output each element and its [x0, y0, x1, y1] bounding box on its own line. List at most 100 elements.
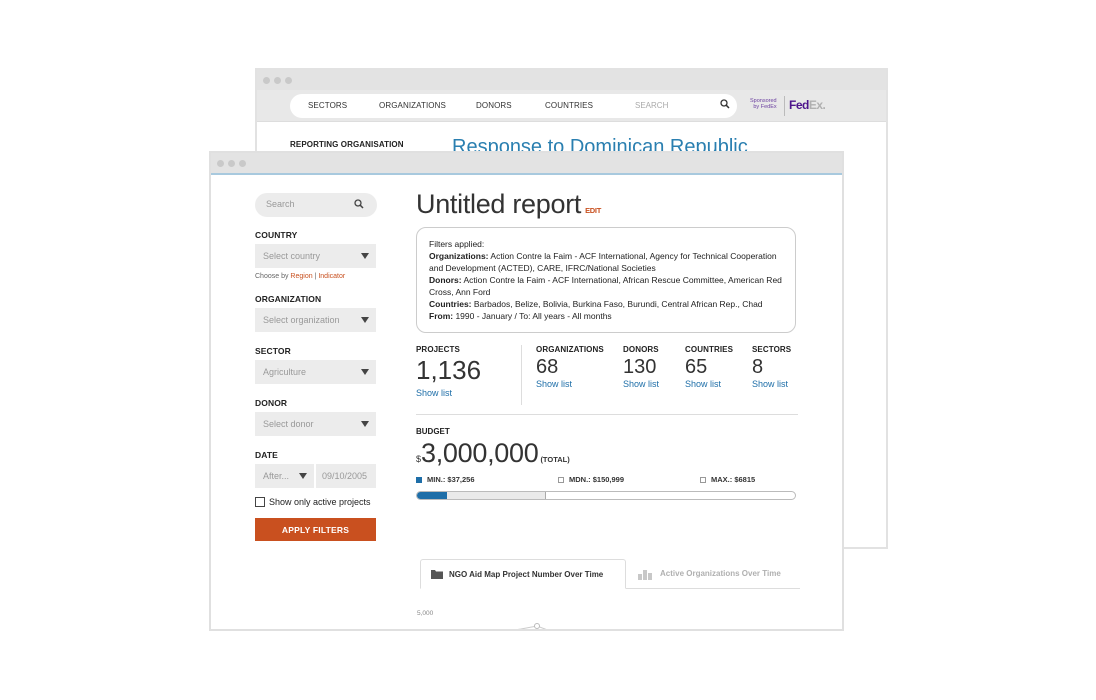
- bar-chart-icon: [638, 569, 652, 580]
- date-input-value: 09/10/2005: [322, 471, 368, 481]
- tab-label: Active Organizations Over Time: [660, 569, 781, 578]
- countries-label: COUNTRIES: [685, 345, 734, 354]
- nav-bar: SECTORS ORGANIZATIONS DONORS COUNTRIES S…: [290, 94, 737, 118]
- window-maximize-dot: [285, 76, 292, 84]
- countries-show-list-link[interactable]: Show list: [685, 379, 721, 389]
- fedex-logo[interactable]: FedEx.: [789, 98, 826, 112]
- tab-project-number-over-time[interactable]: NGO Aid Map Project Number Over Time: [420, 559, 626, 589]
- search-icon[interactable]: [354, 199, 364, 209]
- organizations-label: ORGANIZATIONS: [536, 345, 604, 354]
- window-titlebar: [257, 70, 886, 90]
- donors-count: 130: [623, 356, 657, 378]
- reporting-organisation-label: REPORTING ORGANISATION: [290, 140, 404, 149]
- date-filter: After... 09/10/2005: [255, 464, 377, 488]
- budget-total-suffix: (TOTAL): [540, 455, 570, 464]
- budget-range-bar: [416, 491, 796, 500]
- organization-select-value: Select organization: [263, 315, 340, 325]
- sponsor-text: Sponsored by FedEx: [750, 98, 777, 110]
- date-label: DATE: [255, 450, 278, 460]
- active-projects-checkbox[interactable]: [255, 497, 265, 507]
- filters-heading: Filters applied:: [429, 239, 485, 249]
- tab-label: NGO Aid Map Project Number Over Time: [449, 569, 604, 579]
- budget-total: $ 3,000,000 (TOTAL): [416, 438, 798, 469]
- report-title-row: Untitled report EDIT: [416, 189, 798, 220]
- projects-count: 1,136: [416, 355, 482, 385]
- donor-select-value: Select donor: [263, 419, 314, 429]
- choose-by-links: Choose by Region | Indicator: [255, 273, 377, 280]
- date-input[interactable]: 09/10/2005: [316, 464, 376, 488]
- fedex-logo-ex: Ex: [808, 98, 823, 112]
- choose-region-link[interactable]: Region: [290, 273, 312, 280]
- sectors-show-list-link[interactable]: Show list: [752, 379, 788, 389]
- projects-show-list-link[interactable]: Show list: [416, 388, 452, 398]
- organization-label: ORGANIZATION: [255, 294, 322, 304]
- search-placeholder: Search: [266, 199, 295, 209]
- nav-organizations[interactable]: ORGANIZATIONS: [379, 101, 446, 110]
- foreground-browser-window: Search COUNTRY Select country Choose by …: [209, 151, 844, 631]
- sector-label: SECTOR: [255, 346, 291, 356]
- apply-filters-button[interactable]: APPLY FILTERS: [255, 518, 376, 541]
- date-mode-select[interactable]: After...: [255, 464, 314, 488]
- dropdown-arrow-icon: [361, 421, 369, 427]
- search-icon[interactable]: [720, 99, 730, 109]
- report-main: Untitled report EDIT Filters applied: Or…: [416, 189, 798, 500]
- sector-select-value: Agriculture: [263, 367, 307, 377]
- legend-mdn-swatch: [558, 476, 564, 483]
- country-select[interactable]: Select country: [255, 244, 376, 268]
- legend-max: MAX.: $6815: [700, 475, 755, 484]
- filters-applied-box: Filters applied: Organizations: Action C…: [416, 227, 796, 333]
- legend-max-label: MAX.: $6815: [711, 475, 756, 484]
- organizations-show-list-link[interactable]: Show list: [536, 379, 572, 389]
- choose-by-text: Choose by: [255, 273, 289, 280]
- country-label: COUNTRY: [255, 230, 298, 240]
- chart-line-preview: [517, 623, 547, 629]
- filter-key: Donors:: [429, 275, 462, 285]
- filter-key: From:: [429, 311, 454, 321]
- sidebar-search-input[interactable]: Search: [255, 193, 377, 217]
- nav-search-input[interactable]: SEARCH: [635, 101, 668, 110]
- legend-mdn-label: MDN.: $150,999: [569, 475, 625, 484]
- choose-indicator-link[interactable]: Indicator: [318, 273, 345, 280]
- budget-amount: 3,000,000: [421, 438, 539, 468]
- filter-organizations: Organizations: Action Contre la Faim - A…: [429, 250, 783, 274]
- window-close-dot: [217, 159, 224, 167]
- filter-key: Countries:: [429, 299, 472, 309]
- legend-mdn: MDN.: $150,999: [558, 475, 624, 484]
- fedex-logo-fed: Fed: [789, 98, 809, 112]
- window-titlebar: [211, 153, 842, 175]
- countries-count: 65: [685, 356, 708, 378]
- edit-title-link[interactable]: EDIT: [585, 206, 601, 215]
- organizations-count: 68: [536, 356, 559, 378]
- active-projects-label: Show only active projects: [269, 497, 371, 507]
- dropdown-arrow-icon: [299, 473, 307, 479]
- legend-min-swatch: [416, 476, 422, 483]
- chart-y-tick: 5,000: [417, 610, 434, 617]
- sector-select[interactable]: Agriculture: [255, 360, 376, 384]
- budget-min-segment: [417, 492, 448, 499]
- tab-active-organizations[interactable]: Active Organizations Over Time: [638, 559, 781, 588]
- report-title: Untitled report: [416, 189, 582, 219]
- projects-label: PROJECTS: [416, 345, 460, 354]
- active-projects-toggle[interactable]: Show only active projects: [255, 497, 377, 507]
- window-close-dot: [263, 76, 270, 84]
- donors-show-list-link[interactable]: Show list: [623, 379, 659, 389]
- nav-donors[interactable]: DONORS: [476, 101, 512, 110]
- divider: [521, 345, 522, 405]
- filter-dates: From: 1990 - January / To: All years - A…: [429, 310, 783, 322]
- country-select-value: Select country: [263, 251, 321, 261]
- sectors-count: 8: [752, 356, 764, 378]
- filter-key: Organizations:: [429, 251, 489, 261]
- donor-select[interactable]: Select donor: [255, 412, 376, 436]
- window-minimize-dot: [228, 159, 235, 167]
- filter-value: Barbados, Belize, Bolivia, Burkina Faso,…: [471, 299, 763, 309]
- legend-min: MIN.: $37,256: [416, 475, 475, 484]
- budget-legend: MIN.: $37,256 MDN.: $150,999 MAX.: $6815: [416, 475, 798, 487]
- chart-tabs: NGO Aid Map Project Number Over Time Act…: [420, 559, 800, 589]
- nav-sectors[interactable]: SECTORS: [308, 101, 347, 110]
- nav-countries[interactable]: COUNTRIES: [545, 101, 593, 110]
- filter-sidebar: Search COUNTRY Select country Choose by …: [255, 193, 377, 541]
- budget-label: BUDGET: [416, 427, 450, 436]
- organization-select[interactable]: Select organization: [255, 308, 376, 332]
- folder-icon: [431, 570, 443, 579]
- donor-label: DONOR: [255, 398, 288, 408]
